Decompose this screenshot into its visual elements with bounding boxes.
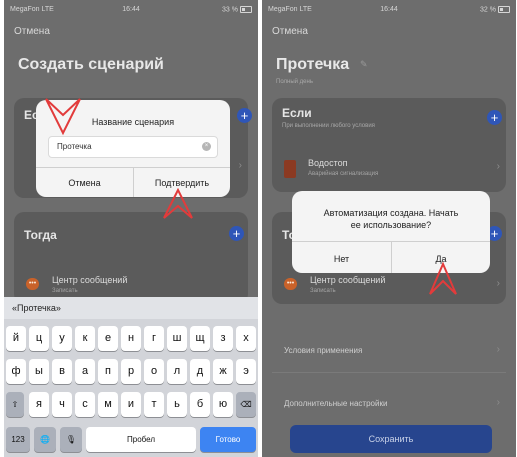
key[interactable]: х bbox=[236, 326, 256, 351]
message-center-icon: ••• bbox=[26, 278, 39, 290]
dialog-cancel-button[interactable]: Отмена bbox=[36, 178, 133, 188]
key[interactable]: б bbox=[190, 392, 210, 417]
dialog-confirm-button[interactable]: Подтвердить bbox=[134, 178, 230, 188]
add-action-plus-icon[interactable]: + bbox=[229, 226, 244, 241]
row-divider bbox=[272, 372, 506, 373]
chevron-right-icon: › bbox=[496, 397, 500, 408]
screen-left: MegaFon LTE 16:44 33 % Отмена Создать сц… bbox=[4, 0, 258, 457]
screen-right: MegaFon LTE 16:44 32 % Отмена Протечка ✎… bbox=[262, 0, 516, 457]
key[interactable]: ш bbox=[167, 326, 187, 351]
page-title: Создать сценарий bbox=[18, 56, 164, 73]
key[interactable]: ч bbox=[52, 392, 72, 417]
if-card: Если При выполнении любого условия + Вод… bbox=[272, 98, 506, 192]
scenario-name-value: Протечка bbox=[57, 142, 92, 151]
key[interactable]: в bbox=[52, 359, 72, 384]
key[interactable]: щ bbox=[190, 326, 210, 351]
page-subtitle: Полный день bbox=[276, 79, 313, 85]
cancel-link[interactable]: Отмена bbox=[272, 26, 308, 37]
clock: 16:44 bbox=[122, 6, 140, 13]
key[interactable]: ы bbox=[29, 359, 49, 384]
add-condition-plus-icon[interactable]: + bbox=[237, 108, 252, 123]
key[interactable]: м bbox=[98, 392, 118, 417]
globe-key-icon[interactable]: 🌐 bbox=[34, 427, 56, 452]
battery-icon bbox=[240, 6, 252, 13]
if-item-name[interactable]: Водостоп bbox=[308, 158, 347, 168]
suggestion-bar: «Протечка» bbox=[4, 297, 258, 319]
water-stop-device-icon bbox=[284, 160, 296, 178]
red-arrow-icon bbox=[45, 98, 81, 136]
then-section-title: Тогда bbox=[24, 228, 57, 242]
clear-icon[interactable]: × bbox=[202, 142, 211, 151]
pencil-icon[interactable]: ✎ bbox=[360, 59, 368, 70]
key[interactable]: с bbox=[75, 392, 95, 417]
chevron-right-icon: › bbox=[496, 278, 500, 289]
battery-label: 33 % bbox=[222, 6, 238, 14]
page-title: Протечка bbox=[276, 56, 350, 73]
key[interactable]: п bbox=[98, 359, 118, 384]
key[interactable]: ф bbox=[6, 359, 26, 384]
key[interactable]: о bbox=[144, 359, 164, 384]
chevron-right-icon: › bbox=[496, 161, 500, 172]
red-arrow-icon bbox=[163, 188, 193, 219]
status-bar: MegaFon LTE 16:44 33 % bbox=[4, 4, 258, 16]
key[interactable]: и bbox=[121, 392, 141, 417]
key[interactable]: к bbox=[75, 326, 95, 351]
space-key[interactable]: Пробел bbox=[86, 427, 196, 452]
status-bar: MegaFon LTE 16:44 32 % bbox=[262, 4, 516, 16]
red-arrow-icon bbox=[429, 262, 457, 295]
microphone-key-icon[interactable]: 🎙 bbox=[60, 427, 82, 452]
dialog-no-button[interactable]: Нет bbox=[292, 254, 391, 264]
key[interactable]: т bbox=[144, 392, 164, 417]
key[interactable]: а bbox=[75, 359, 95, 384]
add-condition-plus-icon[interactable]: + bbox=[487, 110, 502, 125]
then-item-sub: Записать bbox=[52, 288, 78, 294]
chevron-right-icon: › bbox=[238, 160, 242, 171]
confirm-dialog-text: Автоматизация создана. Начать bbox=[323, 208, 459, 218]
confirm-dialog: Автоматизация создана. Начать ее использ… bbox=[292, 191, 490, 273]
chevron-right-icon: › bbox=[496, 344, 500, 355]
battery-indicator: 33 % bbox=[222, 6, 252, 13]
if-item-sub: Аварийная сигнализация bbox=[308, 171, 379, 177]
battery-label: 32 % bbox=[480, 6, 496, 14]
key[interactable]: я bbox=[29, 392, 49, 417]
numbers-key[interactable]: 123 bbox=[6, 427, 30, 452]
then-card: Тогда + ••• Центр сообщений Записать bbox=[14, 212, 248, 304]
if-section-subtitle: При выполнении любого условия bbox=[282, 123, 375, 129]
key[interactable]: г bbox=[144, 326, 164, 351]
extra-settings-row[interactable]: Дополнительные настройки bbox=[284, 399, 387, 408]
key[interactable]: ь bbox=[167, 392, 187, 417]
then-item-sub: Записать bbox=[310, 288, 336, 294]
key[interactable]: л bbox=[167, 359, 187, 384]
then-item-name[interactable]: Центр сообщений bbox=[52, 275, 127, 285]
then-item-name[interactable]: Центр сообщений bbox=[310, 275, 385, 285]
key[interactable]: й bbox=[6, 326, 26, 351]
key[interactable]: н bbox=[121, 326, 141, 351]
suggestion-item[interactable]: «Протечка» bbox=[12, 303, 61, 313]
conditions-row[interactable]: Условия применения bbox=[284, 346, 362, 355]
key[interactable]: р bbox=[121, 359, 141, 384]
keyboard: «Протечка» й ц у к е н г ш щ з х ф ы в а… bbox=[4, 297, 258, 457]
battery-icon bbox=[498, 6, 510, 13]
key[interactable]: ю bbox=[213, 392, 233, 417]
key[interactable]: э bbox=[236, 359, 256, 384]
key[interactable]: е bbox=[98, 326, 118, 351]
done-key[interactable]: Готово bbox=[200, 427, 256, 452]
key[interactable]: ж bbox=[213, 359, 233, 384]
scenario-name-input[interactable]: Протечка × bbox=[48, 136, 218, 158]
delete-key-icon[interactable]: ⌫ bbox=[236, 392, 256, 417]
key[interactable]: ц bbox=[29, 326, 49, 351]
battery-indicator: 32 % bbox=[480, 6, 510, 13]
save-button[interactable]: Сохранить bbox=[290, 425, 492, 453]
key[interactable]: у bbox=[52, 326, 72, 351]
confirm-dialog-text-line2: ее использование? bbox=[350, 220, 432, 230]
key[interactable]: з bbox=[213, 326, 233, 351]
message-center-icon: ••• bbox=[284, 278, 297, 290]
shift-key-icon[interactable]: ⇧ bbox=[6, 392, 24, 417]
key[interactable]: д bbox=[190, 359, 210, 384]
if-section-title: Если bbox=[282, 106, 312, 120]
cancel-link[interactable]: Отмена bbox=[14, 26, 50, 37]
clock: 16:44 bbox=[380, 6, 398, 13]
